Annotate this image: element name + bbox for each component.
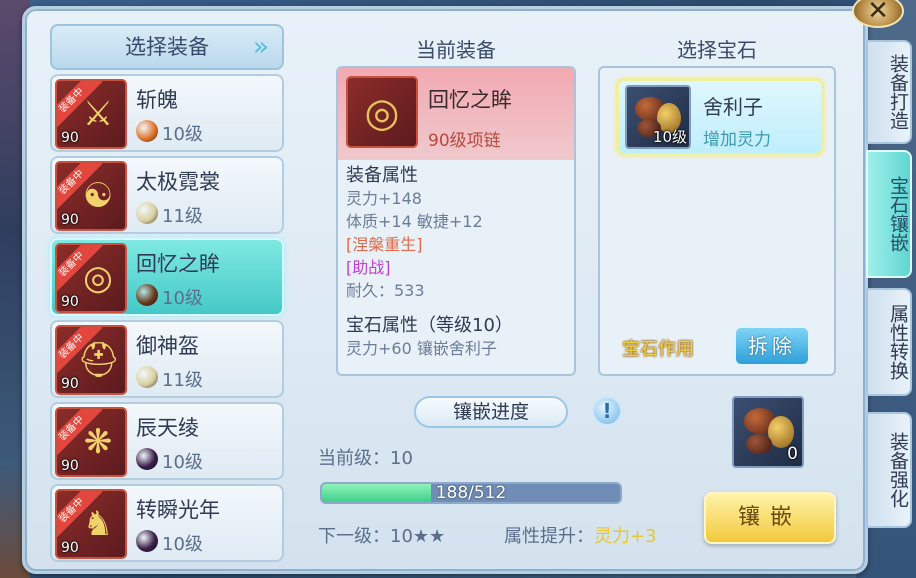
gem-icon: [136, 530, 158, 552]
equipment-level: 90: [61, 376, 79, 392]
select-gem-title: 选择宝石: [677, 38, 757, 62]
equipment-name: 御神盔: [136, 334, 199, 358]
gem-level: 11级: [162, 370, 203, 391]
attr-header: 装备属性: [346, 165, 418, 186]
equipment-name: 回忆之眸: [136, 252, 220, 276]
equipment-icon: 装备中 ⚔ 90: [55, 79, 127, 149]
equipment-name: 回忆之眸: [428, 88, 512, 112]
equipment-list-item[interactable]: 装备中 ⚔ 90 斩魄 10级: [50, 74, 284, 152]
gem-level: 10级: [162, 452, 203, 473]
equipment-level: 90: [61, 458, 79, 474]
necklace-icon: ◎: [346, 76, 418, 148]
equipment-list-item[interactable]: 装备中 ❋ 90 辰天绫 10级: [50, 402, 284, 480]
equipment-name: 辰天绫: [136, 416, 199, 440]
double-chevron-icon[interactable]: »: [246, 32, 276, 62]
equipment-type: 90级项链: [428, 131, 501, 151]
equipment-level: 90: [61, 294, 79, 310]
side-tab[interactable]: 属性转换: [866, 288, 912, 396]
gem-slot[interactable]: 10级 舍利子 增加灵力: [616, 78, 824, 156]
equipment-attributes: 装备属性 灵力+148 体质+14 敏捷+12 [涅槃重生] [助战] 耐久：5…: [346, 164, 570, 360]
equipment-level: 90: [61, 130, 79, 146]
next-level: 下一级：10★★: [318, 526, 446, 547]
equipment-list-item[interactable]: 装备中 ◎ 90 回忆之眸 10级: [50, 238, 284, 316]
gem-attr-header: 宝石属性（等级10）: [346, 315, 513, 336]
sarira-gem-icon: 10级: [625, 85, 691, 149]
progress-bar: 188/512: [320, 482, 622, 504]
gem-level: 11级: [162, 206, 203, 227]
equipment-icon: 装备中 ❋ 90: [55, 407, 127, 477]
equipment-icon: 装备中 ☯ 90: [55, 161, 127, 231]
equipment-list-item[interactable]: 装备中 ⛑ 90 御神盔 11级: [50, 320, 284, 398]
side-tab[interactable]: 装备打造: [866, 40, 912, 144]
side-tab[interactable]: 宝石镶嵌: [866, 150, 912, 278]
current-level: 当前级：10: [318, 448, 413, 469]
attribute-increase: 属性提升：灵力+3: [504, 522, 657, 548]
material-count: 0: [787, 444, 798, 464]
gem-icon: [136, 448, 158, 470]
equipment-list-title: 选择装备: [125, 35, 209, 59]
equipment-level: 90: [61, 212, 79, 228]
equipment-icon: 装备中 ♞ 90: [55, 489, 127, 559]
gem-level: 10级: [162, 534, 203, 555]
equipment-list-item[interactable]: 装备中 ♞ 90 转瞬光年 10级: [50, 484, 284, 562]
gem-level: 10级: [162, 124, 203, 145]
equipment-list-item[interactable]: 装备中 ☯ 90 太极霓裳 11级: [50, 156, 284, 234]
equipment-icon: 装备中 ◎ 90: [55, 243, 127, 313]
equipment-name: 斩魄: [136, 88, 178, 112]
equipment-glyph-icon: ♞: [82, 504, 114, 544]
inlay-progress-label: 镶嵌进度: [414, 396, 568, 428]
attr-line: 灵力+148: [346, 189, 422, 208]
equipment-level: 90: [61, 540, 79, 556]
special-attr: [涅槃重生]: [346, 235, 423, 254]
progress-bar-text: 188/512: [435, 483, 507, 503]
current-equipment-title: 当前装备: [416, 38, 496, 62]
gem-icon: [136, 202, 158, 224]
gem-effect-link[interactable]: 宝石作用: [622, 335, 694, 361]
equipment-glyph-icon: ⛑: [77, 340, 121, 380]
attr-line: 体质+14 敏捷+12: [346, 212, 483, 231]
inlay-button[interactable]: 镶嵌: [704, 492, 836, 544]
gem-icon: [136, 120, 158, 142]
gem-effect: 增加灵力: [703, 130, 771, 150]
attribute-increase-label: 属性提升：: [504, 526, 594, 547]
side-tab[interactable]: 装备强化: [866, 412, 912, 528]
equipment-glyph-icon: ◎: [83, 258, 113, 298]
equipment-list-header: 选择装备 »: [50, 24, 284, 70]
equipment-glyph-icon: ❋: [83, 422, 113, 462]
equipment-icon: 装备中 ⛑ 90: [55, 325, 127, 395]
equipment-name: 转瞬光年: [136, 498, 220, 522]
special-attr: [助战]: [346, 258, 391, 277]
gem-icon: [136, 284, 158, 306]
material-slot[interactable]: 0: [732, 396, 804, 468]
gem-name: 舍利子: [703, 95, 763, 119]
equipment-name: 太极霓裳: [136, 170, 220, 194]
attribute-increase-value: 灵力+3: [594, 526, 657, 547]
gem-level: 10级: [652, 128, 687, 146]
gem-level: 10级: [162, 288, 203, 309]
equipment-glyph-icon: ☯: [82, 176, 114, 216]
info-icon[interactable]: !: [592, 396, 622, 426]
equipment-list: 选择装备 » 装备中 ⚔ 90 斩魄 10级 装备中 ☯ 90 太极霓裳 11级 装备中 ◎ 90 回忆之…: [50, 24, 286, 564]
gem-attr-line: 灵力+60 镶嵌舍利子: [346, 339, 497, 358]
equipment-detail-card: ◎ 回忆之眸 90级项链 装备属性 灵力+148 体质+14 敏捷+12 [涅槃…: [336, 66, 576, 376]
game-screen: ✕ 选择装备 » 装备中 ⚔ 90 斩魄 10级 装备中 ☯ 90 太极霓裳 11级 装备中 ◎ 90 回…: [0, 0, 916, 578]
remove-button[interactable]: 拆除: [734, 326, 810, 366]
equipment-detail-header: ◎ 回忆之眸 90级项链: [338, 68, 574, 160]
gem-icon: [136, 366, 158, 388]
durability: 耐久：533: [346, 281, 425, 300]
equipment-glyph-icon: ⚔: [82, 94, 114, 134]
